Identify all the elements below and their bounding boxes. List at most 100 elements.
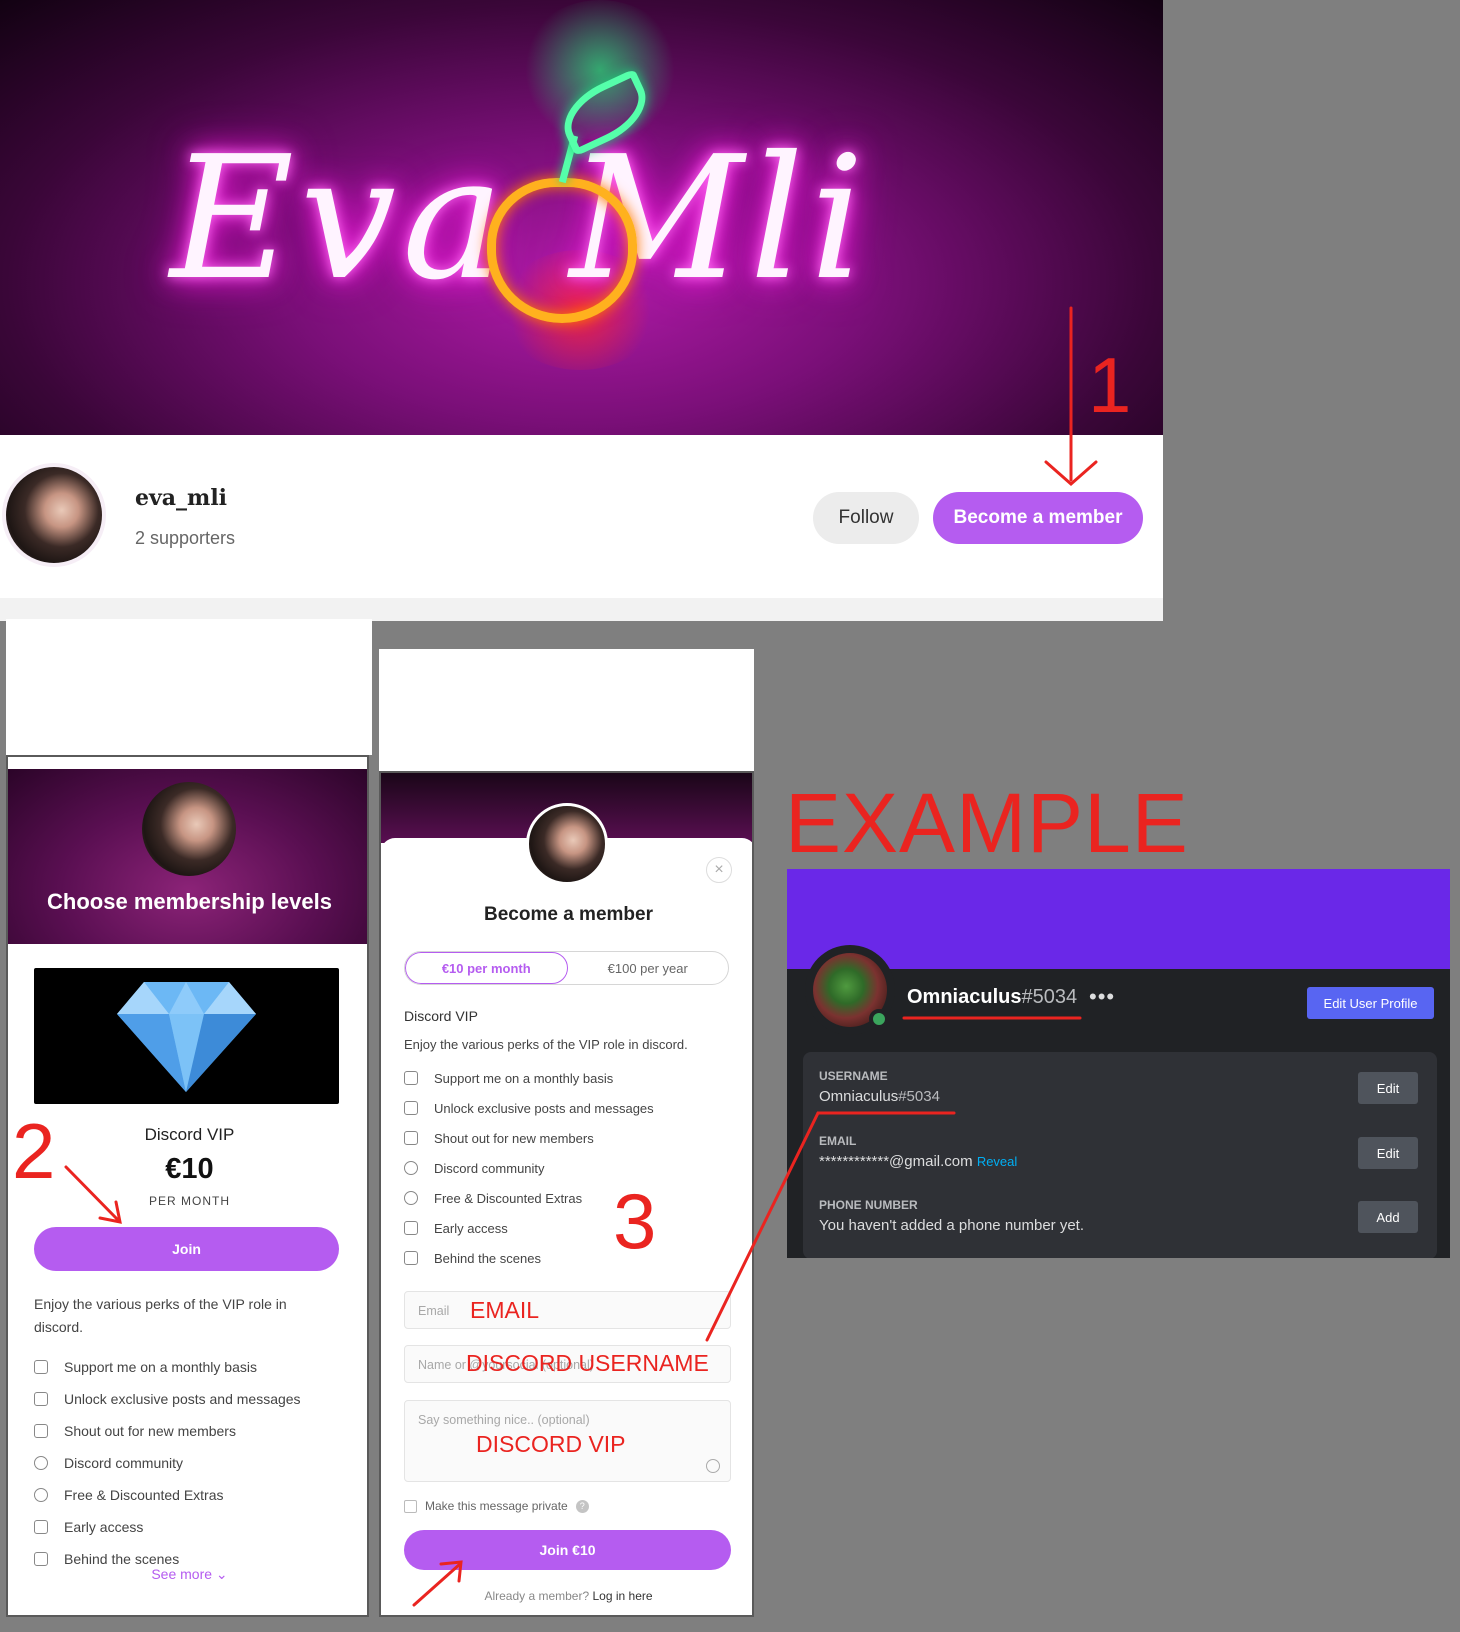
camera-icon (34, 1552, 48, 1566)
discount-icon (34, 1488, 48, 1502)
see-more-label: See more (151, 1566, 213, 1582)
username-value: Omniaculus#5034 (819, 1088, 940, 1105)
perk-label: Shout out for new members (64, 1423, 236, 1439)
discord-tag: #5034 (1021, 986, 1078, 1008)
reveal-link[interactable]: Reveal (977, 1154, 1017, 1169)
modal-tier-description: Enjoy the various perks of the VIP role … (404, 1037, 688, 1052)
perk-item: Early access (404, 1213, 704, 1243)
discord-username-annotation: DISCORD USERNAME (466, 1350, 709, 1376)
email-field[interactable]: Email (404, 1291, 731, 1329)
perk-label: Free & Discounted Extras (64, 1487, 224, 1503)
perk-item: Support me on a monthly basis (404, 1063, 704, 1093)
discord-display-name: Omniaculus#5034 (907, 986, 1077, 1009)
discord-vip-annotation: DISCORD VIP (476, 1431, 626, 1457)
perk-item: Free & Discounted Extras (34, 1479, 354, 1511)
diamond-icon (117, 982, 256, 1092)
perk-label: Unlock exclusive posts and messages (434, 1100, 654, 1116)
email-label: EMAIL (819, 1134, 857, 1148)
online-status-icon (869, 1009, 889, 1029)
billing-toggle: €10 per month €100 per year (404, 951, 729, 985)
edit-username-button[interactable]: Edit (1358, 1072, 1418, 1104)
megaphone-icon (404, 1131, 418, 1145)
become-member-button[interactable]: Become a member (933, 492, 1143, 544)
perk-item: Discord community (404, 1153, 704, 1183)
step-2-label: 2 (12, 1107, 56, 1195)
panel-3-blank-top (379, 649, 754, 771)
early-access-icon (404, 1221, 418, 1235)
perk-item: Discord community (34, 1447, 354, 1479)
private-checkbox[interactable] (404, 1499, 417, 1513)
membership-levels-title: Choose membership levels (47, 889, 332, 914)
tier-image (34, 968, 339, 1104)
perk-item: Support me on a monthly basis (34, 1351, 354, 1383)
tier-perks-list: Support me on a monthly basis Unlock exc… (34, 1351, 354, 1575)
account-info-card: USERNAME Omniaculus#5034 Edit EMAIL ****… (803, 1052, 1437, 1258)
perk-label: Behind the scenes (434, 1250, 541, 1266)
emoji-icon[interactable] (706, 1459, 720, 1473)
tier-period: PER MONTH (149, 1194, 230, 1208)
already-member-label: Already a member? (484, 1589, 590, 1603)
chevron-down-icon: ⌄ (215, 1566, 228, 1582)
edit-user-profile-button[interactable]: Edit User Profile (1307, 987, 1434, 1019)
document-icon (34, 1392, 48, 1406)
more-options-icon[interactable]: ••• (1089, 984, 1115, 1010)
perk-item: Early access (34, 1511, 354, 1543)
tier-name: Discord VIP (144, 1125, 235, 1144)
membership-levels-panel: Choose membership levels Discord VIP €10… (6, 755, 369, 1617)
perk-label: Discord community (434, 1160, 545, 1176)
phone-value: You haven't added a phone number yet. (819, 1217, 1085, 1234)
perk-item: Shout out for new members (34, 1415, 354, 1447)
tier-price: €10 (165, 1153, 214, 1185)
document-icon (404, 1101, 418, 1115)
add-phone-button[interactable]: Add (1358, 1201, 1418, 1233)
private-message-option[interactable]: Make this message private ? (404, 1499, 589, 1513)
username-label: USERNAME (819, 1069, 888, 1083)
perk-item: Unlock exclusive posts and messages (404, 1093, 704, 1123)
username-name: Omniaculus (819, 1088, 899, 1105)
see-more-link[interactable]: See more ⌄ (8, 1566, 367, 1583)
perk-label: Behind the scenes (64, 1551, 180, 1567)
discord-account-panel: Omniaculus#5034 ••• Edit User Profile US… (787, 869, 1450, 1258)
toggle-yearly[interactable]: €100 per year (568, 952, 729, 984)
membership-avatar (142, 782, 236, 876)
email-annotation: EMAIL (470, 1297, 540, 1323)
discord-name: Omniaculus (907, 986, 1022, 1008)
perk-label: Early access (434, 1220, 508, 1236)
modal-perks-list: Support me on a monthly basis Unlock exc… (404, 1063, 704, 1273)
profile-username: eva_mli (135, 485, 228, 511)
camera-icon (404, 1251, 418, 1265)
perk-label: Shout out for new members (434, 1130, 594, 1146)
step-1-label: 1 (1088, 341, 1132, 429)
help-icon[interactable]: ? (575, 1499, 589, 1513)
modal-tier-name: Discord VIP (404, 1008, 478, 1024)
perk-item: Shout out for new members (404, 1123, 704, 1153)
email-value: ************@gmail.com Reveal (819, 1153, 1017, 1170)
megaphone-icon (34, 1424, 48, 1438)
tier-description: Enjoy the various perks of the VIP role … (34, 1296, 287, 1335)
perk-label: Unlock exclusive posts and messages (64, 1391, 301, 1407)
profile-bar-divider (0, 598, 1163, 621)
tier-join-button[interactable]: Join (34, 1227, 339, 1271)
early-access-icon (34, 1520, 48, 1534)
become-member-modal: × Become a member €10 per month €100 per… (379, 771, 754, 1617)
discord-banner (787, 869, 1450, 969)
follow-button[interactable]: Follow (813, 492, 919, 544)
neon-apple-icon (487, 178, 637, 323)
toggle-monthly[interactable]: €10 per month (405, 952, 568, 984)
private-label: Make this message private (425, 1499, 568, 1513)
already-member-text: Already a member? Log in here (381, 1589, 752, 1603)
masked-email: ************@gmail.com (819, 1153, 973, 1170)
modal-avatar (526, 803, 608, 885)
email-placeholder: Email (418, 1304, 450, 1318)
calendar-icon (34, 1360, 48, 1374)
perk-label: Early access (64, 1519, 144, 1535)
profile-avatar[interactable] (2, 463, 106, 567)
perk-label: Support me on a monthly basis (64, 1359, 257, 1375)
discord-icon (34, 1456, 48, 1470)
perk-item: Behind the scenes (404, 1243, 704, 1273)
edit-email-button[interactable]: Edit (1358, 1137, 1418, 1169)
join-submit-button[interactable]: Join €10 (404, 1530, 731, 1570)
close-icon[interactable]: × (706, 857, 732, 883)
login-link[interactable]: Log in here (593, 1589, 653, 1603)
calendar-icon (404, 1071, 418, 1085)
